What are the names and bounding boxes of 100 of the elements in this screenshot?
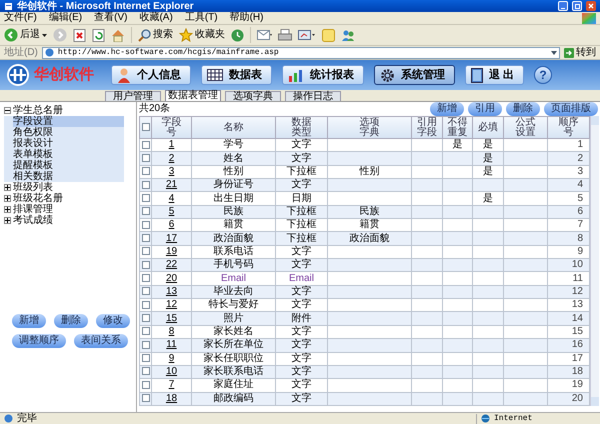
table-cell: 11 bbox=[572, 272, 583, 284]
checkbox[interactable] bbox=[142, 380, 150, 389]
refresh-icon[interactable] bbox=[92, 28, 105, 42]
scrollbar[interactable] bbox=[590, 116, 599, 406]
checkbox[interactable] bbox=[142, 287, 150, 296]
expand-icon[interactable] bbox=[4, 195, 11, 202]
nav-button[interactable]: 统计报表 bbox=[282, 65, 364, 85]
checkbox[interactable] bbox=[142, 340, 150, 349]
table-cell: 17 bbox=[572, 352, 583, 364]
home-icon[interactable] bbox=[111, 28, 125, 42]
back-button[interactable]: 后退 bbox=[4, 28, 47, 42]
tab[interactable]: 用户管理 bbox=[105, 91, 161, 101]
table-cell: 下拉框 bbox=[286, 206, 316, 217]
collapse-icon[interactable] bbox=[4, 107, 11, 114]
nav-button[interactable]: 个人信息 bbox=[111, 65, 191, 85]
stop-icon[interactable] bbox=[73, 28, 86, 42]
checkbox[interactable] bbox=[142, 140, 150, 149]
tree-item[interactable]: 报表设计 bbox=[13, 138, 124, 149]
table-cell: 文字 bbox=[292, 152, 312, 164]
nav-button[interactable]: 数据表 bbox=[201, 65, 272, 85]
menu-item[interactable]: 工具(T) bbox=[184, 12, 218, 24]
checkbox[interactable] bbox=[142, 300, 150, 309]
tree-item[interactable]: 角色权限 bbox=[13, 127, 124, 138]
close-icon[interactable] bbox=[586, 1, 596, 11]
expand-icon[interactable] bbox=[4, 206, 11, 213]
menu-item[interactable]: 文件(F) bbox=[4, 12, 37, 24]
favorites-button[interactable]: 收藏夹 bbox=[179, 28, 225, 42]
tree-item[interactable]: 班级花名册 bbox=[13, 193, 63, 204]
checkbox[interactable] bbox=[142, 154, 150, 162]
address-field[interactable]: http://www.hc-software.com/hcgis/mainframe.asp bbox=[42, 46, 560, 58]
mail-icon[interactable] bbox=[257, 29, 272, 41]
table-cell: 4 bbox=[577, 179, 583, 190]
menu-item[interactable]: 帮助(H) bbox=[230, 12, 264, 24]
go-button[interactable]: 转到 bbox=[564, 46, 596, 58]
checkbox[interactable] bbox=[142, 367, 150, 376]
dropdown-caret-icon[interactable] bbox=[551, 50, 557, 54]
table-cell: Email bbox=[288, 272, 314, 284]
tab[interactable]: 选项字典 bbox=[225, 91, 281, 101]
menu-item[interactable]: 编辑(E) bbox=[48, 12, 82, 24]
tab[interactable]: 操作日志 bbox=[285, 91, 341, 101]
printer-icon[interactable] bbox=[278, 28, 292, 42]
checkbox[interactable] bbox=[142, 274, 150, 282]
checkbox[interactable] bbox=[142, 167, 150, 176]
tool-button[interactable]: 新增 bbox=[12, 314, 46, 328]
maximize-button[interactable] bbox=[572, 1, 582, 11]
tree-item[interactable]: 字段设置 bbox=[13, 116, 124, 127]
tool-button[interactable]: 修改 bbox=[96, 314, 130, 328]
tool-button[interactable]: 调整顺序 bbox=[12, 334, 66, 348]
expand-icon[interactable] bbox=[4, 217, 11, 224]
tree-item[interactable]: 提醒模板 bbox=[13, 160, 124, 171]
tree-item[interactable]: 相关数据 bbox=[13, 171, 124, 182]
table-cell: 联系电话 bbox=[214, 246, 254, 257]
table-cell: 下拉框 bbox=[286, 166, 316, 177]
arrow-icon bbox=[564, 48, 574, 58]
checkbox[interactable] bbox=[142, 394, 150, 402]
checkbox[interactable] bbox=[142, 234, 150, 242]
note-icon[interactable] bbox=[322, 28, 335, 42]
checkbox[interactable] bbox=[142, 327, 150, 336]
minimize-button[interactable] bbox=[558, 1, 568, 11]
tree-item[interactable]: 排课管理 bbox=[13, 204, 53, 215]
tree-item[interactable]: 考试成绩 bbox=[13, 215, 53, 226]
nav-button[interactable]: 退 出 bbox=[465, 65, 524, 85]
table-cell: 10 bbox=[572, 259, 583, 270]
tree-item[interactable]: 班级列表 bbox=[13, 182, 53, 193]
history-icon[interactable] bbox=[231, 28, 244, 42]
people-icon[interactable] bbox=[341, 28, 355, 42]
table-cell: 政治面貌 bbox=[350, 232, 390, 244]
action-button[interactable]: 页面排版 bbox=[544, 102, 598, 116]
checkbox[interactable] bbox=[142, 180, 150, 189]
checkbox[interactable] bbox=[142, 194, 150, 202]
action-button[interactable]: 引用 bbox=[468, 102, 502, 116]
checkbox[interactable] bbox=[142, 123, 150, 132]
checkbox[interactable] bbox=[142, 207, 150, 216]
gear-icon bbox=[380, 68, 395, 82]
checkbox[interactable] bbox=[142, 260, 150, 269]
nav-button[interactable]: 系统管理 bbox=[374, 65, 455, 85]
menu-item[interactable]: 收藏(A) bbox=[139, 12, 173, 24]
table-cell: 文字 bbox=[292, 139, 312, 150]
search-button[interactable]: 搜索 bbox=[138, 28, 173, 42]
edit-icon[interactable] bbox=[298, 29, 316, 41]
table-cell: 文字 bbox=[292, 392, 312, 404]
checkbox[interactable] bbox=[142, 314, 150, 322]
tool-button[interactable]: 表间关系 bbox=[74, 334, 128, 348]
table-cell: 9 bbox=[577, 246, 583, 257]
table-cell: 19 bbox=[572, 379, 583, 390]
menu-item[interactable]: 查看(V) bbox=[94, 12, 128, 24]
tree-item[interactable]: 学生总名册 bbox=[13, 105, 63, 116]
action-button[interactable]: 删除 bbox=[506, 102, 540, 116]
expand-icon[interactable] bbox=[4, 184, 11, 191]
checkbox[interactable] bbox=[142, 220, 150, 229]
action-button[interactable]: 新增 bbox=[430, 102, 464, 116]
tool-button[interactable]: 删除 bbox=[54, 314, 88, 328]
checkbox[interactable] bbox=[142, 354, 150, 362]
tree-item[interactable]: 表单模板 bbox=[13, 149, 124, 160]
table-cell: 家庭住址 bbox=[214, 379, 254, 390]
caret-icon[interactable] bbox=[42, 34, 47, 36]
help-button[interactable]: ? bbox=[534, 66, 552, 84]
checkbox[interactable] bbox=[142, 247, 150, 256]
table-cell: 下拉框 bbox=[286, 232, 316, 244]
tab[interactable]: 数据表管理 bbox=[165, 90, 221, 101]
